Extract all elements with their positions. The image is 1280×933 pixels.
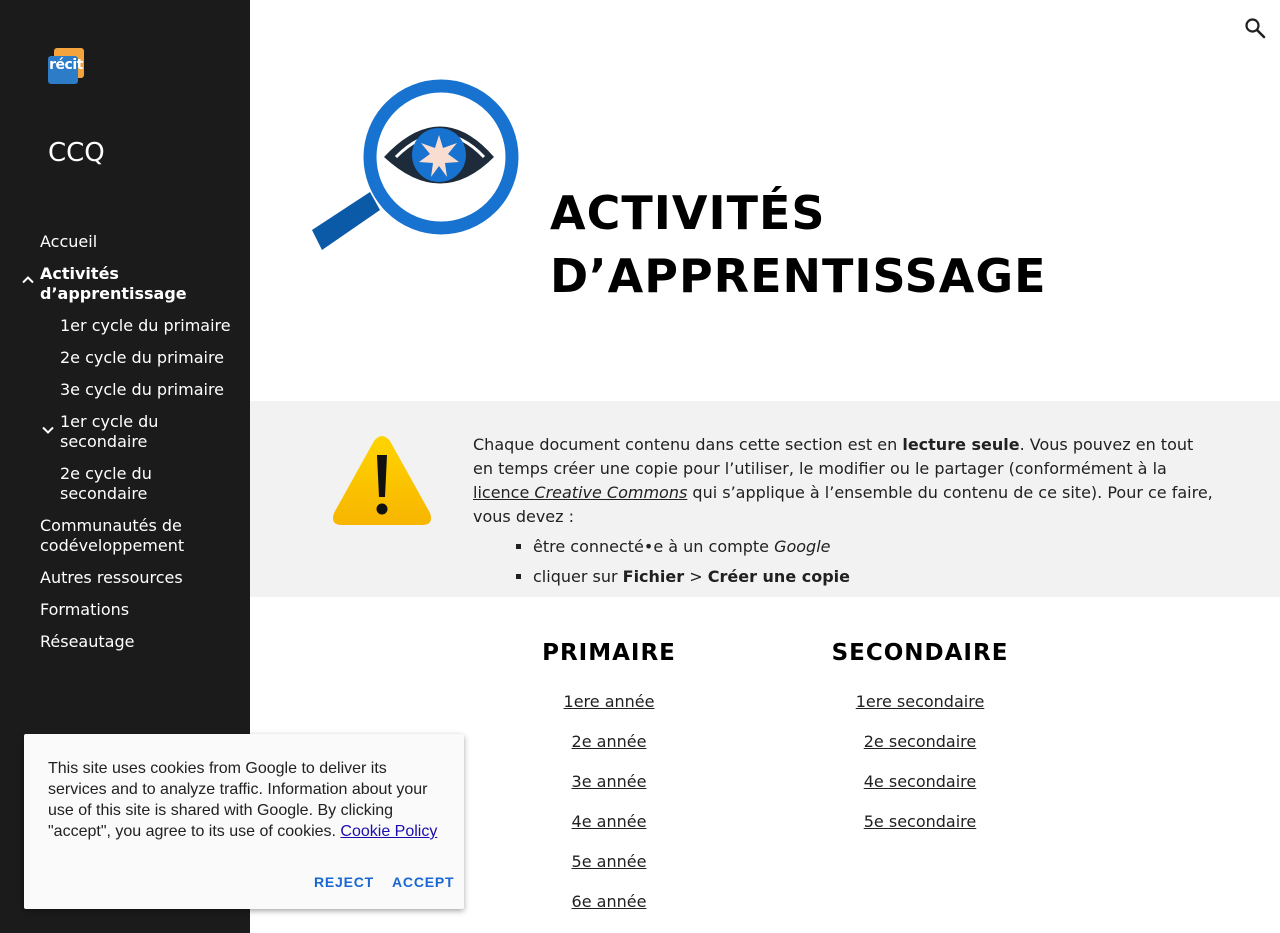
notice-text: Chaque document contenu dans cette secti… [473, 433, 1213, 595]
search-icon[interactable] [1243, 16, 1267, 40]
sidebar-item-label: Accueil [40, 232, 98, 251]
link-text-italic: Creative Commons [534, 483, 688, 502]
accept-button[interactable]: ACCEPT [392, 874, 454, 890]
page-title-line-1: ACTIVITÉS [550, 186, 826, 240]
list-item-bold: Fichier [622, 567, 685, 586]
site-title[interactable]: CCQ [48, 138, 105, 168]
secondaire-link-5[interactable]: 5e secondaire [800, 812, 1040, 852]
secondaire-column: SECONDAIRE 1ere secondaire 2e secondaire… [800, 636, 1040, 852]
secondaire-link-2[interactable]: 2e secondaire [800, 732, 1040, 772]
list-item: cliquer sur Fichier > Créer une copie [533, 565, 1213, 589]
cookie-banner: This site uses cookies from Google to de… [24, 734, 464, 909]
sidebar-item-accueil[interactable]: Accueil [0, 228, 250, 260]
primaire-link-5[interactable]: 5e année [519, 852, 699, 892]
sidebar-item-autres-ressources[interactable]: Autres ressources [0, 564, 250, 596]
secondaire-heading: SECONDAIRE [831, 640, 1009, 666]
primaire-link-6[interactable]: 6e année [519, 892, 699, 932]
sidebar-item-activites[interactable]: Activités d’apprentissage [0, 260, 250, 312]
primaire-link-2[interactable]: 2e année [519, 732, 699, 772]
sidebar-item-1er-cycle-primaire[interactable]: 1er cycle du primaire [0, 312, 250, 344]
sidebar-nav: Accueil Activités d’apprentissage 1er cy… [0, 228, 250, 660]
sidebar-item-2e-cycle-secondaire[interactable]: 2e cycle du secondaire [0, 460, 250, 512]
sidebar-item-label: Autres ressources [40, 568, 183, 587]
secondaire-link-4[interactable]: 4e secondaire [800, 772, 1040, 812]
sidebar-item-label: 2e cycle du secondaire [60, 464, 152, 503]
list-item-text: cliquer sur [533, 567, 623, 586]
list-item-text: > [684, 567, 708, 586]
cookie-policy-link[interactable]: Cookie Policy [340, 823, 437, 840]
link-text: licence [473, 483, 535, 502]
sidebar-item-label: Activités d’apprentissage [40, 264, 187, 303]
sidebar-item-3e-cycle-primaire[interactable]: 3e cycle du primaire [0, 376, 250, 408]
sidebar-item-label: Réseautage [40, 632, 135, 651]
notice-steps-list: être connecté•e à un compte Google cliqu… [473, 535, 1213, 589]
sidebar-item-1er-cycle-secondaire[interactable]: 1er cycle du secondaire [0, 408, 250, 460]
primaire-link-1[interactable]: 1ere année [519, 692, 699, 732]
primaire-link-3[interactable]: 3e année [519, 772, 699, 812]
sidebar-item-label: 3e cycle du primaire [60, 380, 225, 399]
reject-button[interactable]: REJECT [314, 874, 374, 890]
magnifying-glass-eye-icon [308, 78, 523, 253]
secondaire-link-1[interactable]: 1ere secondaire [800, 692, 1040, 732]
page-title-line-2: D’APPRENTISSAGE [550, 249, 1047, 303]
sidebar-item-label: Communautés de codéveloppement [40, 516, 185, 555]
list-item-text: être connecté•e à un compte [533, 537, 775, 556]
site-logo[interactable]: récit [48, 48, 84, 84]
creative-commons-link[interactable]: licence Creative Commons [473, 483, 687, 502]
sidebar-item-label: 2e cycle du primaire [60, 348, 225, 367]
sidebar-item-label: 1er cycle du secondaire [60, 412, 159, 451]
notice-paragraph: Chaque document contenu dans cette secti… [473, 433, 1213, 529]
sidebar-item-label: 1er cycle du primaire [60, 316, 231, 335]
sidebar-item-label: Formations [40, 600, 130, 619]
cookie-text: This site uses cookies from Google to de… [48, 758, 440, 842]
sidebar-item-formations[interactable]: Formations [0, 596, 250, 628]
notice-text-part: Chaque document contenu dans cette secti… [473, 435, 903, 454]
primaire-heading: PRIMAIRE [542, 640, 676, 666]
read-only-notice: Chaque document contenu dans cette secti… [250, 401, 1280, 597]
logo-text: récit [49, 57, 83, 73]
chevron-up-icon[interactable] [20, 272, 36, 288]
notice-bold-read-only: lecture seule [902, 435, 1020, 454]
list-item: être connecté•e à un compte Google [533, 535, 1213, 559]
sidebar-item-communautes[interactable]: Communautés de codéveloppement [0, 512, 250, 564]
chevron-down-icon[interactable] [40, 422, 56, 438]
warning-icon [330, 435, 434, 529]
page-title: ACTIVITÉS D’APPRENTISSAGE [550, 182, 1070, 308]
list-item-bold: Créer une copie [707, 567, 850, 586]
list-item-italic: Google [774, 537, 831, 556]
sidebar-item-reseautage[interactable]: Réseautage [0, 628, 250, 660]
primaire-column: PRIMAIRE 1ere année 2e année 3e année 4e… [519, 636, 699, 932]
sidebar-item-2e-cycle-primaire[interactable]: 2e cycle du primaire [0, 344, 250, 376]
primaire-link-4[interactable]: 4e année [519, 812, 699, 852]
